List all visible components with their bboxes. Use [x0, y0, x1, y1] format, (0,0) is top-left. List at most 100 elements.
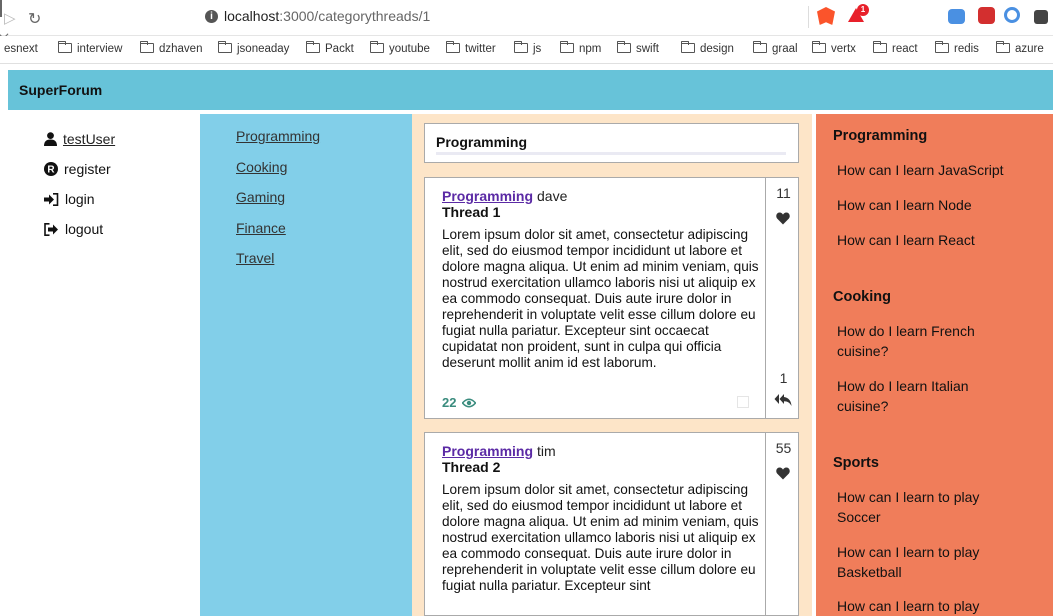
bookmark-vertx[interactable]: vertx [812, 41, 856, 55]
bookmark-react[interactable]: react [873, 41, 918, 55]
bookmark-interview[interactable]: interview [58, 41, 123, 55]
bookmark-twitter[interactable]: twitter [446, 41, 496, 55]
sidebar-link[interactable]: How can I learn to play [837, 596, 1007, 616]
bookmark-js[interactable]: js [514, 41, 541, 55]
thread-header: Programming dave [442, 188, 567, 204]
bookmark-graal[interactable]: graal [753, 41, 798, 55]
points-count: 11 [776, 185, 791, 201]
bookmark-label: youtube [389, 43, 430, 55]
thread-points-rail: 11 1 [765, 178, 798, 418]
bookmark-jsoneaday[interactable]: jsoneaday [218, 41, 289, 55]
bookmarks-bar: esnext interview dzhaven jsoneaday Packt… [0, 36, 1053, 64]
bookmark-icon[interactable] [0, 0, 2, 17]
sidebar-link[interactable]: How do I learn French cuisine? [837, 321, 977, 361]
category-title-box: Programming [424, 123, 799, 163]
browser-toolbar: ▷ ↻ i localhost:3000/categorythreads/1 1 [0, 0, 1053, 36]
sidebar-link[interactable]: How can I learn React [837, 230, 1037, 250]
threads-panel: Programming Programming dave Thread 1 Lor… [412, 114, 812, 616]
sidebar-link[interactable]: How can I learn JavaScript [837, 160, 1037, 180]
category-nav: Programming Cooking Gaming Finance Trave… [200, 114, 412, 616]
thread-card[interactable]: Programming dave Thread 1 Lorem ipsum dol… [424, 177, 799, 419]
nav-register[interactable]: R register [44, 161, 111, 177]
sidebar-link[interactable]: How can I learn to play Soccer [837, 487, 1007, 527]
thread-header: Programming tim [442, 443, 556, 459]
category-link-gaming[interactable]: Gaming [236, 189, 285, 205]
thread-body: Programming dave Thread 1 Lorem ipsum dol… [425, 178, 765, 418]
bookmark-npm[interactable]: npm [560, 41, 602, 55]
heart-icon[interactable] [776, 467, 790, 480]
sidebar-link[interactable]: How do I learn Italian cuisine? [837, 376, 977, 416]
reply-all-icon[interactable] [774, 393, 792, 407]
folder-icon [560, 41, 574, 53]
logout-label: logout [65, 221, 104, 237]
thread-category-link[interactable]: Programming [442, 188, 533, 204]
bookmark-label: Packt [325, 43, 354, 55]
bookmark-swift[interactable]: swift [617, 41, 659, 55]
folder-icon [996, 41, 1010, 53]
views-count: 22 [442, 395, 457, 410]
bookmark-label: dzhaven [159, 43, 203, 55]
sidebar-heading-programming: Programming [833, 128, 928, 144]
sidebar-link[interactable]: How can I learn Node [837, 195, 1037, 215]
user-link[interactable]: testUser [63, 131, 115, 147]
folder-icon [681, 41, 695, 53]
app-title: SuperForum [19, 82, 103, 98]
bookmark-redis[interactable]: redis [935, 41, 979, 55]
folder-icon [306, 41, 320, 53]
category-link-programming[interactable]: Programming [236, 128, 320, 144]
translate-extension-icon[interactable] [948, 9, 965, 24]
address-bar[interactable]: localhost:3000/categorythreads/1 [224, 8, 430, 24]
bookmark-label: azure [1015, 43, 1044, 55]
thread-text: Lorem ipsum dolor sit amet, consectetur … [442, 482, 759, 593]
thread-category-link[interactable]: Programming [442, 443, 533, 459]
brave-shield-icon[interactable] [817, 7, 835, 25]
folder-icon [935, 41, 949, 53]
folder-icon [370, 41, 384, 53]
nav-user[interactable]: testUser [44, 131, 115, 147]
heart-icon[interactable] [776, 212, 790, 225]
reload-icon[interactable]: ↻ [28, 9, 41, 29]
url-path: :3000/categorythreads/1 [279, 8, 431, 24]
react-devtools-icon[interactable] [1004, 7, 1020, 23]
responses-count: 1 [779, 370, 788, 386]
bookmark-youtube[interactable]: youtube [370, 41, 430, 55]
sidebar-link[interactable]: How can I learn to play Basketball [837, 542, 1007, 582]
site-info-icon[interactable]: i [205, 10, 218, 23]
points-count: 55 [775, 440, 792, 456]
folder-icon [58, 41, 72, 53]
thread-body: Programming tim Thread 2 Lorem ipsum dolo… [425, 433, 765, 615]
bookmark-esnext[interactable]: esnext [4, 43, 38, 55]
red-extension-icon[interactable] [978, 7, 995, 24]
folder-icon [140, 41, 154, 53]
category-link-travel[interactable]: Travel [236, 250, 274, 266]
bookmark-design[interactable]: design [681, 41, 734, 55]
nav-logout[interactable]: logout [44, 221, 103, 237]
bookmark-azure[interactable]: azure [996, 41, 1044, 55]
folder-icon [873, 41, 887, 53]
category-link-cooking[interactable]: Cooking [236, 159, 287, 175]
thread-card[interactable]: Programming tim Thread 2 Lorem ipsum dolo… [424, 432, 799, 616]
bookmark-label: redis [954, 43, 979, 55]
bookmark-packt[interactable]: Packt [306, 41, 354, 55]
folder-icon [514, 41, 528, 53]
bookmark-dzhaven[interactable]: dzhaven [140, 41, 203, 55]
right-sidebar: Programming How can I learn JavaScript H… [816, 114, 1053, 616]
nav-login[interactable]: login [44, 191, 95, 207]
category-link-finance[interactable]: Finance [236, 220, 286, 236]
bookmark-label: interview [77, 43, 123, 55]
back-icon[interactable]: ▷ [4, 9, 16, 27]
url-host: localhost [224, 8, 280, 24]
thread-title[interactable]: Thread 1 [442, 204, 500, 220]
registered-icon: R [44, 162, 58, 176]
extensions-icon[interactable] [1034, 10, 1048, 24]
category-title: Programming [436, 134, 528, 150]
bookmark-label: npm [579, 43, 602, 55]
bookmark-label: react [892, 43, 918, 55]
thread-title[interactable]: Thread 2 [442, 459, 500, 475]
thread-text: Lorem ipsum dolor sit amet, consectetur … [442, 227, 759, 370]
folder-icon [812, 41, 826, 53]
toolbar-divider [808, 6, 809, 28]
login-label: login [65, 191, 95, 207]
thread-checkbox[interactable] [737, 396, 749, 408]
thread-points-rail: 55 [765, 433, 798, 615]
